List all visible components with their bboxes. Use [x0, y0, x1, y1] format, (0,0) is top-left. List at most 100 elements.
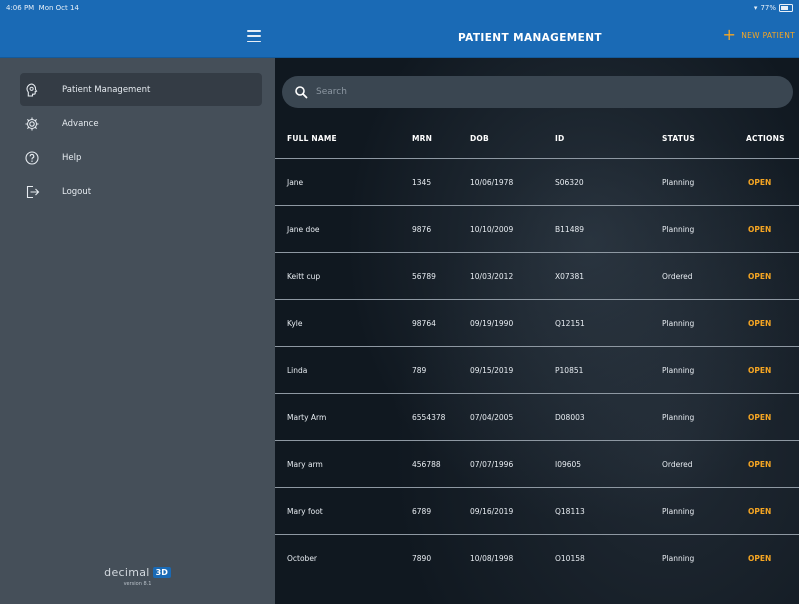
- open-button[interactable]: OPEN: [748, 460, 771, 469]
- open-button[interactable]: OPEN: [748, 225, 771, 234]
- help-icon: [23, 149, 41, 167]
- cell-id: Q18113: [555, 507, 585, 516]
- column-dob[interactable]: DOB: [470, 134, 489, 143]
- table-row[interactable]: Keitt cup 56789 10/03/2012 X07381 Ordered OPE…: [275, 252, 799, 300]
- cell-status: Ordered: [662, 272, 693, 281]
- cell-mrn: 6554378: [412, 413, 446, 422]
- table-row[interactable]: Jane 1345 10/06/1978 S06320 Planning OPEN: [275, 158, 799, 206]
- open-button[interactable]: OPEN: [748, 507, 771, 516]
- search-icon: [295, 86, 308, 99]
- cell-status: Ordered: [662, 460, 693, 469]
- cell-full-name: Jane doe: [287, 225, 320, 234]
- sidebar: 4:06 PM Mon Oct 14 Patient Management Ad…: [0, 0, 275, 604]
- cell-status: Planning: [662, 413, 695, 422]
- table-row[interactable]: Mary foot 6789 09/16/2019 Q18113 Planning OPE…: [275, 487, 799, 535]
- cell-full-name: Marty Arm: [287, 413, 327, 422]
- hamburger-icon[interactable]: [247, 30, 261, 42]
- cell-status: Planning: [662, 225, 695, 234]
- cell-dob: 09/19/1990: [470, 319, 514, 328]
- cell-dob: 09/16/2019: [470, 507, 514, 516]
- search-bar[interactable]: [282, 76, 793, 108]
- column-full-name[interactable]: FULL NAME: [287, 134, 337, 143]
- cell-dob: 07/04/2005: [470, 413, 514, 422]
- cell-id: S06320: [555, 178, 584, 187]
- cell-dob: 10/08/1998: [470, 554, 514, 563]
- cell-mrn: 9876: [412, 225, 432, 234]
- status-time: 4:06 PM: [6, 4, 35, 12]
- battery-percent: 77%: [760, 4, 776, 12]
- cell-dob: 07/07/1996: [470, 460, 514, 469]
- brand-badge: 3D: [152, 567, 171, 578]
- cell-status: Planning: [662, 507, 695, 516]
- cell-id: D08003: [555, 413, 585, 422]
- head-icon: [23, 81, 41, 99]
- cell-mrn: 7890: [412, 554, 432, 563]
- cell-status: Planning: [662, 319, 695, 328]
- cell-mrn: 789: [412, 366, 427, 375]
- cell-status: Planning: [662, 366, 695, 375]
- patient-table: FULL NAME MRN DOB ID STATUS ACTIONS Jane…: [275, 118, 799, 563]
- table-row[interactable]: October 7890 10/08/1998 O10158 Planning OPEN: [275, 534, 799, 582]
- table-row[interactable]: Mary arm 456788 07/07/1996 I09605 Ordered OPE…: [275, 440, 799, 488]
- cell-full-name: Linda: [287, 366, 308, 375]
- cell-dob: 10/06/1978: [470, 178, 514, 187]
- cell-status: Planning: [662, 554, 695, 563]
- cell-id: X07381: [555, 272, 584, 281]
- table-header: FULL NAME MRN DOB ID STATUS ACTIONS: [275, 118, 799, 158]
- status-indicators: ▾ 77%: [754, 4, 793, 12]
- cell-status: Planning: [662, 178, 695, 187]
- cell-id: B11489: [555, 225, 585, 234]
- cell-full-name: Keitt cup: [287, 272, 321, 281]
- battery-icon: [779, 4, 793, 12]
- search-input[interactable]: [314, 86, 758, 98]
- table-row[interactable]: Kyle 98764 09/19/1990 Q12151 Planning OPEN: [275, 299, 799, 347]
- table-row[interactable]: Jane doe 9876 10/10/2009 B11489 Planning OPEN: [275, 205, 799, 253]
- sidebar-item-help[interactable]: Help: [20, 141, 262, 174]
- column-mrn[interactable]: MRN: [412, 134, 432, 143]
- cell-dob: 10/03/2012: [470, 272, 514, 281]
- cell-id: I09605: [555, 460, 582, 469]
- brand-logo: decimal 3D version 8.1: [0, 566, 275, 587]
- table-row[interactable]: Marty Arm 6554378 07/04/2005 D08003 Planning…: [275, 393, 799, 441]
- wifi-icon: ▾: [753, 4, 758, 12]
- gear-icon: [23, 115, 41, 133]
- page-title: PATIENT MANAGEMENT: [458, 32, 602, 44]
- cell-full-name: Jane: [287, 178, 304, 187]
- cell-full-name: October: [287, 554, 318, 563]
- main-header: ▾ 77% PATIENT MANAGEMENT + NEW PATIENT: [275, 0, 799, 58]
- sidebar-item-patient-management[interactable]: Patient Management: [20, 73, 262, 106]
- cell-id: O10158: [555, 554, 585, 563]
- status-date: Mon Oct 14: [38, 4, 79, 12]
- brand-name: decimal: [104, 566, 150, 579]
- new-patient-label: NEW PATIENT: [741, 30, 795, 40]
- sidebar-item-label: Help: [62, 152, 82, 163]
- table-row[interactable]: Linda 789 09/15/2019 P10851 Planning OPEN: [275, 346, 799, 394]
- column-actions[interactable]: ACTIONS: [746, 134, 785, 143]
- logout-icon: [23, 183, 41, 201]
- column-status[interactable]: STATUS: [662, 134, 695, 143]
- open-button[interactable]: OPEN: [748, 413, 771, 422]
- sidebar-item-label: Logout: [62, 186, 92, 197]
- sidebar-item-label: Advance: [62, 118, 99, 129]
- cell-mrn: 98764: [412, 319, 436, 328]
- open-button[interactable]: OPEN: [748, 178, 771, 187]
- sidebar-item-advance[interactable]: Advance: [20, 107, 262, 140]
- cell-mrn: 1345: [412, 178, 432, 187]
- cell-mrn: 6789: [412, 507, 432, 516]
- new-patient-button[interactable]: + NEW PATIENT: [723, 27, 795, 43]
- cell-dob: 10/10/2009: [470, 225, 514, 234]
- app-version: version 8.1: [123, 581, 152, 587]
- cell-full-name: Mary foot: [287, 507, 323, 516]
- open-button[interactable]: OPEN: [748, 366, 771, 375]
- cell-mrn: 456788: [412, 460, 441, 469]
- open-button[interactable]: OPEN: [748, 272, 771, 281]
- cell-id: P10851: [555, 366, 584, 375]
- cell-mrn: 56789: [412, 272, 436, 281]
- open-button[interactable]: OPEN: [748, 319, 771, 328]
- sidebar-item-logout[interactable]: Logout: [20, 175, 262, 208]
- open-button[interactable]: OPEN: [748, 554, 771, 563]
- plus-icon: +: [722, 25, 737, 44]
- column-id[interactable]: ID: [555, 134, 564, 143]
- sidebar-menu: Patient Management Advance Help Logout: [20, 73, 262, 209]
- cell-id: Q12151: [555, 319, 585, 328]
